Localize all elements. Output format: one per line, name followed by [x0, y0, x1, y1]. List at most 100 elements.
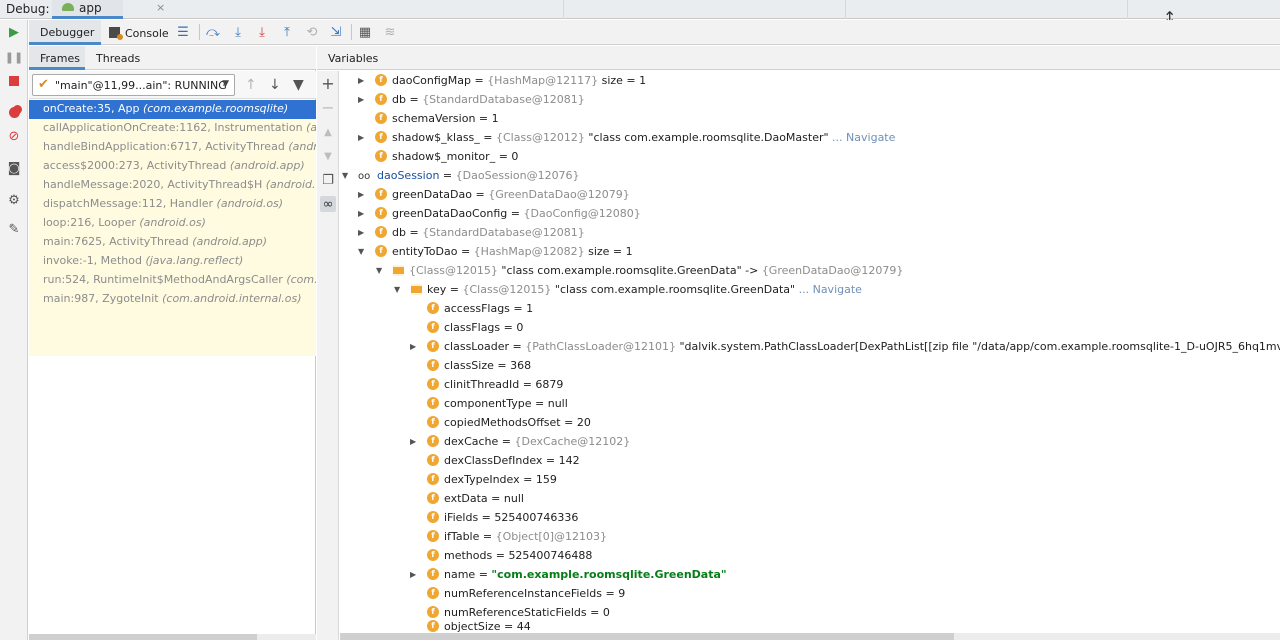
- expand-arrow-icon[interactable]: ▶: [358, 90, 368, 109]
- copy-icon[interactable]: ❐: [320, 172, 336, 188]
- variable-row[interactable]: f shadow$_monitor_ = 0: [358, 147, 518, 166]
- header-divider: [845, 0, 846, 19]
- force-step-into-icon[interactable]: ⤓: [254, 24, 270, 40]
- scrollbar-thumb[interactable]: [340, 633, 954, 640]
- run-to-cursor-icon[interactable]: ⇲: [328, 24, 344, 40]
- variable-row[interactable]: f classSize = 368: [410, 356, 531, 375]
- tab-debugger[interactable]: Debugger: [29, 20, 101, 45]
- variable-row[interactable]: f accessFlags = 1: [410, 299, 533, 318]
- tab-frames[interactable]: Frames: [29, 46, 85, 70]
- field-icon: f: [427, 435, 439, 447]
- expand-arrow-icon[interactable]: ▶: [358, 71, 368, 90]
- variables-horizontal-scrollbar[interactable]: [340, 633, 1280, 640]
- stop-icon[interactable]: [6, 73, 22, 89]
- frame-item[interactable]: invoke:-1, Method (java.lang.reflect): [29, 252, 316, 271]
- thread-selector-value: "main"@11,99...ain": RUNNING: [55, 79, 227, 92]
- variable-row[interactable]: ▶ f daoConfigMap = {HashMap@12117} size = …: [358, 71, 646, 90]
- variable-row[interactable]: f dexTypeIndex = 159: [410, 470, 557, 489]
- new-watch-icon[interactable]: +: [320, 74, 336, 93]
- collapse-arrow-icon[interactable]: ▼: [358, 242, 368, 261]
- drop-frame-icon[interactable]: ⟲: [304, 24, 320, 40]
- frame-item[interactable]: run:524, RuntimeInit$MethodAndArgsCaller…: [29, 271, 316, 290]
- tab-threads[interactable]: Threads: [96, 52, 140, 65]
- variable-row[interactable]: ▶ f classLoader = {PathClassLoader@12101} …: [410, 337, 1280, 356]
- variables-side-toolbar: + − ▲ ▼ ❐ ∞: [317, 71, 339, 640]
- frame-item[interactable]: onCreate:35, App (com.example.roomsqlite…: [29, 100, 316, 119]
- view-breakpoints-icon[interactable]: [6, 104, 22, 120]
- collapse-arrow-icon[interactable]: ▼: [376, 261, 386, 280]
- evaluate-expression-icon[interactable]: ▦: [357, 24, 373, 40]
- variable-row[interactable]: ▶ f dexCache = {DexCache@12102}: [410, 432, 630, 451]
- previous-frame-icon[interactable]: ↑: [245, 77, 257, 93]
- variable-row[interactable]: f ifTable = {Object[0]@12103}: [410, 527, 607, 546]
- expand-arrow-icon[interactable]: ▶: [410, 432, 420, 451]
- pin-icon[interactable]: ✎: [6, 221, 22, 237]
- collapse-arrow-icon[interactable]: ▼: [394, 280, 404, 299]
- chevron-down-icon: ▼: [222, 79, 229, 89]
- variable-row[interactable]: f copiedMethodsOffset = 20: [410, 413, 591, 432]
- variable-row[interactable]: f componentType = null: [410, 394, 568, 413]
- restore-layout-icon[interactable]: ☰: [175, 24, 191, 40]
- move-up-icon[interactable]: ▲: [320, 124, 336, 140]
- variable-row[interactable]: ▼ oo daoSession = {DaoSession@12076}: [342, 166, 580, 185]
- field-icon: f: [427, 378, 439, 390]
- expand-arrow-icon[interactable]: ▶: [358, 128, 368, 147]
- variable-row[interactable]: ▼ key = {Class@12015} "class com.example.…: [394, 280, 862, 299]
- variable-row[interactable]: f schemaVersion = 1: [358, 109, 499, 128]
- variable-row[interactable]: f numReferenceInstanceFields = 9: [410, 584, 625, 603]
- mute-breakpoints-icon[interactable]: ⊘: [6, 128, 22, 144]
- step-into-icon[interactable]: ⤓: [230, 24, 246, 40]
- move-down-icon[interactable]: ▼: [320, 148, 336, 164]
- navigate-link[interactable]: ... Navigate: [829, 131, 895, 144]
- step-out-icon[interactable]: ⤒: [279, 24, 295, 40]
- expand-arrow-icon[interactable]: ▶: [410, 337, 420, 356]
- trace-icon[interactable]: ≋: [382, 24, 398, 40]
- variable-row[interactable]: f objectSize = 44: [410, 617, 531, 633]
- step-over-icon[interactable]: ⤼: [205, 24, 221, 40]
- frame-item[interactable]: main:987, ZygoteInit (com.android.intern…: [29, 290, 316, 309]
- settings-icon[interactable]: ⚙: [6, 192, 22, 208]
- frames-horizontal-scrollbar[interactable]: [29, 634, 316, 640]
- frame-item[interactable]: main:7625, ActivityThread (android.app): [29, 233, 316, 252]
- variable-row[interactable]: f classFlags = 0: [410, 318, 523, 337]
- expand-arrow-icon[interactable]: ▶: [410, 565, 420, 584]
- toolbar-divider: [351, 24, 352, 40]
- frame-item[interactable]: access$2000:273, ActivityThread (android…: [29, 157, 316, 176]
- variable-row[interactable]: ▶ f shadow$_klass_ = {Class@12012} "class …: [358, 128, 895, 147]
- frame-item[interactable]: callApplicationOnCreate:1162, Instrument…: [29, 119, 316, 138]
- variable-row[interactable]: ▶ f db = {StandardDatabase@12081}: [358, 223, 585, 242]
- collapse-arrow-icon[interactable]: ▼: [342, 166, 352, 185]
- variable-row[interactable]: f clinitThreadId = 6879: [410, 375, 563, 394]
- show-watches-icon[interactable]: ∞: [320, 196, 336, 212]
- navigate-link[interactable]: ... Navigate: [795, 283, 862, 296]
- variable-row[interactable]: ▶ f name = "com.example.roomsqlite.GreenDa…: [410, 565, 727, 584]
- scrollbar-thumb[interactable]: [29, 634, 257, 640]
- close-tab-icon[interactable]: ×: [156, 1, 165, 14]
- filter-icon[interactable]: ▼: [293, 77, 304, 93]
- expand-arrow-icon[interactable]: ▶: [358, 204, 368, 223]
- frame-item[interactable]: handleBindApplication:6717, ActivityThre…: [29, 138, 316, 157]
- resume-icon[interactable]: ▶: [6, 24, 22, 40]
- frame-item[interactable]: dispatchMessage:112, Handler (android.os…: [29, 195, 316, 214]
- variable-row[interactable]: f methods = 525400746488: [410, 546, 592, 565]
- remove-watch-icon[interactable]: −: [320, 98, 336, 117]
- variable-row[interactable]: ▼ f entityToDao = {HashMap@12082} size = 1: [358, 242, 633, 261]
- expand-arrow-icon[interactable]: ▶: [358, 185, 368, 204]
- tab-console[interactable]: Console: [107, 20, 171, 45]
- expand-arrow-icon[interactable]: ▶: [358, 223, 368, 242]
- variable-row[interactable]: ▶ f greenDataDao = {GreenDataDao@12079}: [358, 185, 630, 204]
- pause-icon[interactable]: ❚❚: [5, 49, 23, 65]
- frame-item[interactable]: loop:216, Looper (android.os): [29, 214, 316, 233]
- tab-app[interactable]: app ×: [52, 0, 165, 19]
- frame-item[interactable]: handleMessage:2020, ActivityThread$H (an…: [29, 176, 316, 195]
- variable-row[interactable]: f dexClassDefIndex = 142: [410, 451, 580, 470]
- camera-icon[interactable]: ◙: [6, 160, 22, 176]
- variable-row[interactable]: ▶ f db = {StandardDatabase@12081}: [358, 90, 585, 109]
- variable-row[interactable]: ▼ {Class@12015} "class com.example.roomsq…: [376, 261, 903, 280]
- variable-row[interactable]: f extData = null: [410, 489, 524, 508]
- next-frame-icon[interactable]: ↓: [269, 77, 281, 93]
- variable-row[interactable]: ▶ f greenDataDaoConfig = {DaoConfig@12080}: [358, 204, 641, 223]
- field-icon: f: [427, 454, 439, 466]
- thread-selector-dropdown[interactable]: ✔ "main"@11,99...ain": RUNNING ▼: [32, 74, 235, 96]
- variable-row[interactable]: f iFields = 525400746336: [410, 508, 578, 527]
